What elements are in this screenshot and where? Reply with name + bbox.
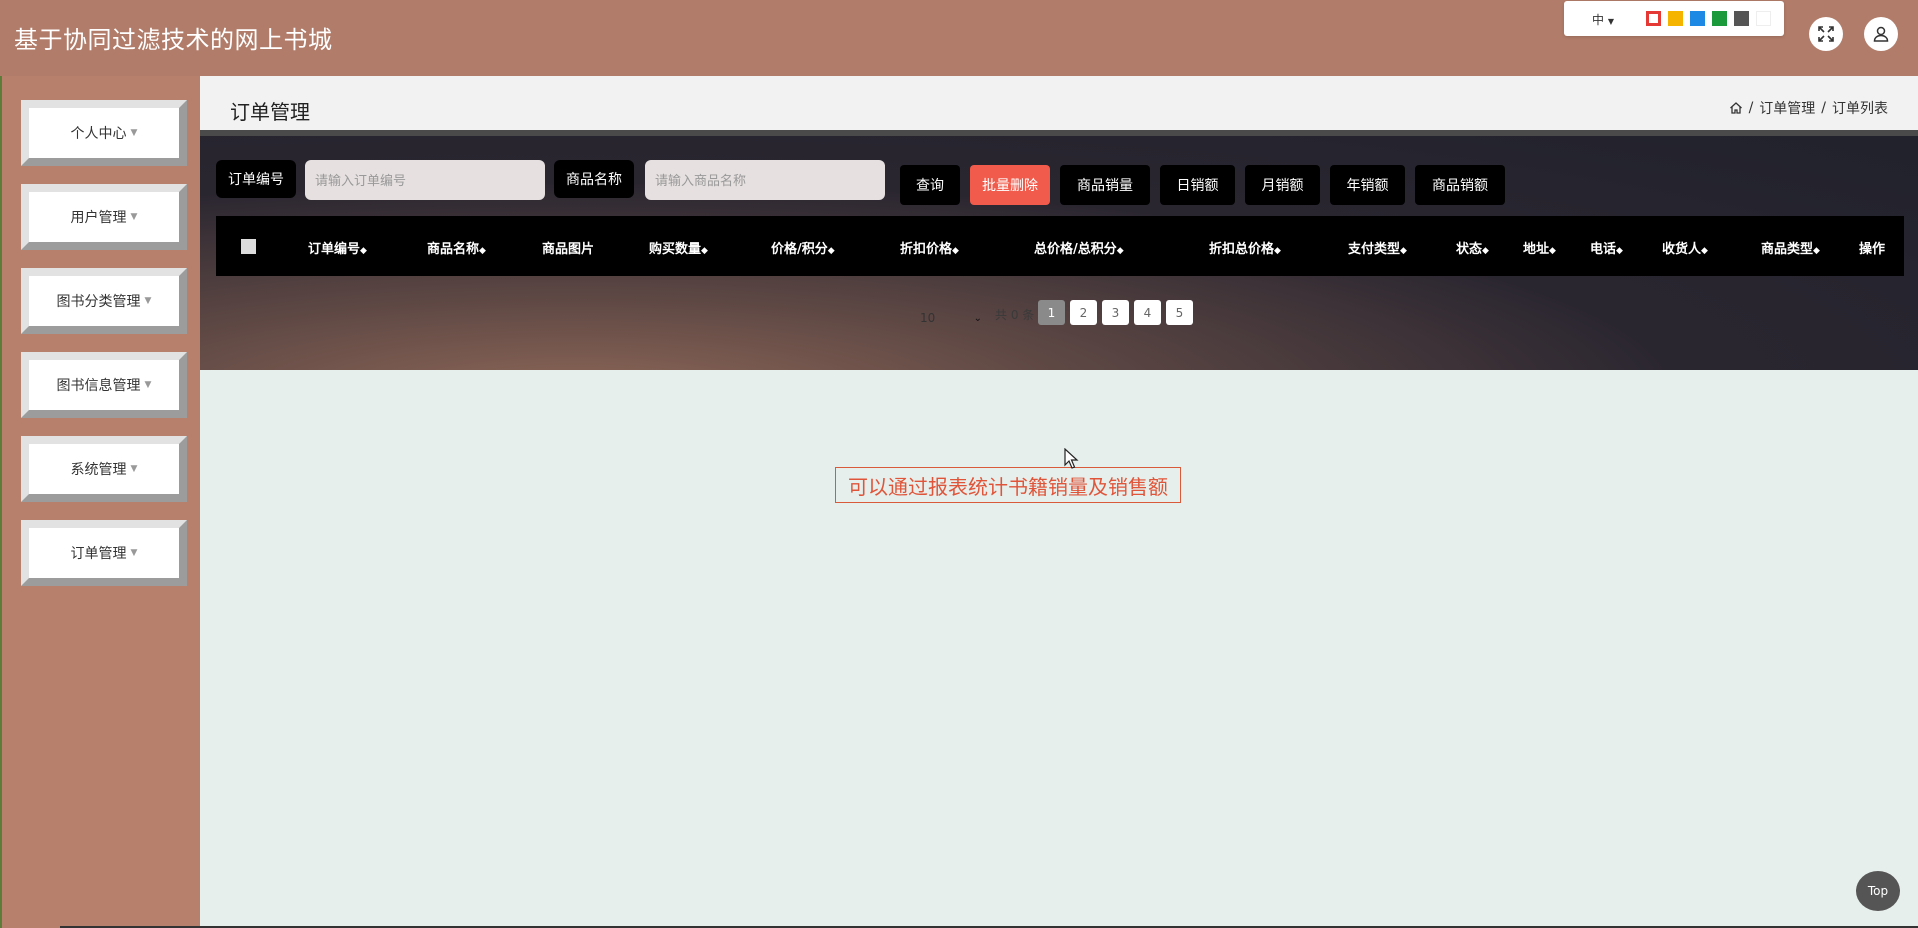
column-header[interactable]: 折扣价格◆ [900,238,959,257]
caret-down-icon: ▼ [130,128,138,138]
app-title: 基于协同过滤技术的网上书城 [14,26,333,54]
sort-icon: ◆ [701,246,708,256]
product-name-label: 商品名称 [554,160,634,198]
batch-delete-button[interactable]: 批量删除 [970,165,1050,205]
user-icon [1873,26,1889,42]
sort-icon: ◆ [1616,246,1623,256]
sidebar-item-book-category[interactable]: 图书分类管理 ▼ [21,268,187,334]
theme-swatch-gray[interactable] [1734,11,1749,26]
sort-icon: ◆ [1549,246,1556,256]
column-header[interactable]: 折扣总价格◆ [1209,238,1281,257]
yearly-sales-button[interactable]: 年销额 [1330,165,1405,205]
breadcrumb-item-orders[interactable]: 订单管理 [1759,98,1815,118]
language-label: 中 [1592,13,1605,27]
breadcrumb-separator: / [1821,100,1826,116]
top-header: 基于协同过滤技术的网上书城 中 ▼ [0,0,1918,76]
column-header[interactable]: 购买数量◆ [649,238,708,257]
sort-icon: ◆ [952,246,959,256]
page-title: 订单管理 [230,100,310,124]
page-size-select[interactable]: 10 ⌄ [920,306,982,330]
column-header[interactable]: 订单编号◆ [308,238,367,257]
sidebar-item-label: 系统管理 [70,462,127,478]
theme-swatch-green[interactable] [1712,11,1727,26]
table-header: 订单编号◆ 商品名称◆ 商品图片 购买数量◆ 价格/积分◆ 折扣价格◆ 总价格/… [216,216,1904,276]
sidebar-item-label: 图书分类管理 [56,294,141,310]
home-icon[interactable] [1729,101,1743,115]
column-header[interactable]: 收货人◆ [1662,238,1708,257]
sidebar-item-label: 用户管理 [70,210,127,226]
breadcrumb-item-order-list: 订单列表 [1832,101,1888,117]
chevron-down-icon: ⌄ [973,312,982,324]
sidebar-item-orders[interactable]: 订单管理 ▼ [21,520,187,586]
total-count: 共 0 条 [995,308,1035,322]
daily-sales-button[interactable]: 日销额 [1160,165,1235,205]
annotation-note: 可以通过报表统计书籍销量及销售额 [835,467,1181,503]
page-button-1[interactable]: 1 [1038,300,1065,325]
sort-icon: ◆ [1701,246,1708,256]
fullscreen-button[interactable] [1809,17,1843,51]
page-button-5[interactable]: 5 [1166,300,1193,325]
order-no-input[interactable] [305,160,545,200]
mouse-cursor-icon [1064,448,1079,469]
sort-icon: ◆ [1482,246,1489,256]
sidebar-item-user-management[interactable]: 用户管理 ▼ [21,184,187,250]
breadcrumb-separator: / [1748,100,1754,116]
product-sales-amount-button[interactable]: 商品销额 [1415,165,1505,205]
sidebar-item-personal-center[interactable]: 个人中心 ▼ [21,100,187,166]
sort-icon: ◆ [360,246,367,256]
sidebar-item-book-info[interactable]: 图书信息管理 ▼ [21,352,187,418]
caret-down-icon: ▼ [144,296,152,306]
chevron-down-icon: ▼ [1607,17,1614,26]
page-button-4[interactable]: 4 [1134,300,1161,325]
select-all-checkbox[interactable] [241,239,256,254]
caret-down-icon: ▼ [130,212,138,222]
sort-icon: ◆ [827,246,835,256]
order-no-label: 订单编号 [216,160,296,198]
theme-swatch-white[interactable] [1756,11,1771,26]
caret-down-icon: ▼ [130,464,138,474]
sort-icon: ◆ [1813,246,1820,256]
monthly-sales-button[interactable]: 月销额 [1245,165,1320,205]
user-avatar-button[interactable] [1864,17,1898,51]
column-header[interactable]: 价格/积分◆ [771,238,835,257]
product-name-input[interactable] [645,160,885,200]
sidebar-item-label: 图书信息管理 [56,378,141,394]
theme-language-panel: 中 ▼ [1564,1,1784,36]
page-button-3[interactable]: 3 [1102,300,1129,325]
column-header[interactable]: 商品类型◆ [1761,238,1820,257]
sort-icon: ◆ [1116,246,1124,256]
caret-down-icon: ▼ [144,380,152,390]
column-header[interactable]: 总价格/总积分◆ [1034,238,1124,257]
page-button-2[interactable]: 2 [1070,300,1097,325]
column-header[interactable]: 电话◆ [1590,238,1623,257]
breadcrumb: / 订单管理 / 订单列表 [1729,98,1888,118]
column-header[interactable]: 地址◆ [1523,238,1556,257]
sidebar-item-label: 个人中心 [70,126,127,142]
theme-swatch-blue[interactable] [1690,11,1705,26]
column-header: 商品图片 [542,242,595,257]
theme-swatch-red[interactable] [1646,11,1661,26]
language-selector[interactable]: 中 ▼ [1592,11,1614,28]
caret-down-icon: ▼ [130,548,138,558]
sort-icon: ◆ [479,246,486,256]
theme-swatch-yellow[interactable] [1668,11,1683,26]
sort-icon: ◆ [1400,246,1407,256]
sidebar-item-system[interactable]: 系统管理 ▼ [21,436,187,502]
expand-icon [1818,26,1834,42]
product-sales-qty-button[interactable]: 商品销量 [1060,165,1150,205]
sidebar-item-label: 订单管理 [70,546,127,562]
query-button[interactable]: 查询 [900,165,960,205]
page-heading: 订单管理 / 订单管理 / 订单列表 [200,76,1918,130]
column-header[interactable]: 支付类型◆ [1348,238,1407,257]
page-size-value: 10 [920,311,936,325]
sidebar: 个人中心 ▼ 用户管理 ▼ 图书分类管理 ▼ 图书信息管理 ▼ 系统管理 ▼ 订单管理 ▼ [0,76,200,928]
order-list-panel: 订单编号 商品名称 查询 批量删除 商品销量 日销额 月销额 年销额 商品销额 … [200,136,1918,370]
column-header[interactable]: 状态◆ [1456,238,1489,257]
back-to-top-button[interactable]: Top [1856,871,1900,911]
column-header[interactable]: 商品名称◆ [427,238,486,257]
sort-icon: ◆ [1274,246,1281,256]
column-header: 操作 [1859,242,1886,257]
